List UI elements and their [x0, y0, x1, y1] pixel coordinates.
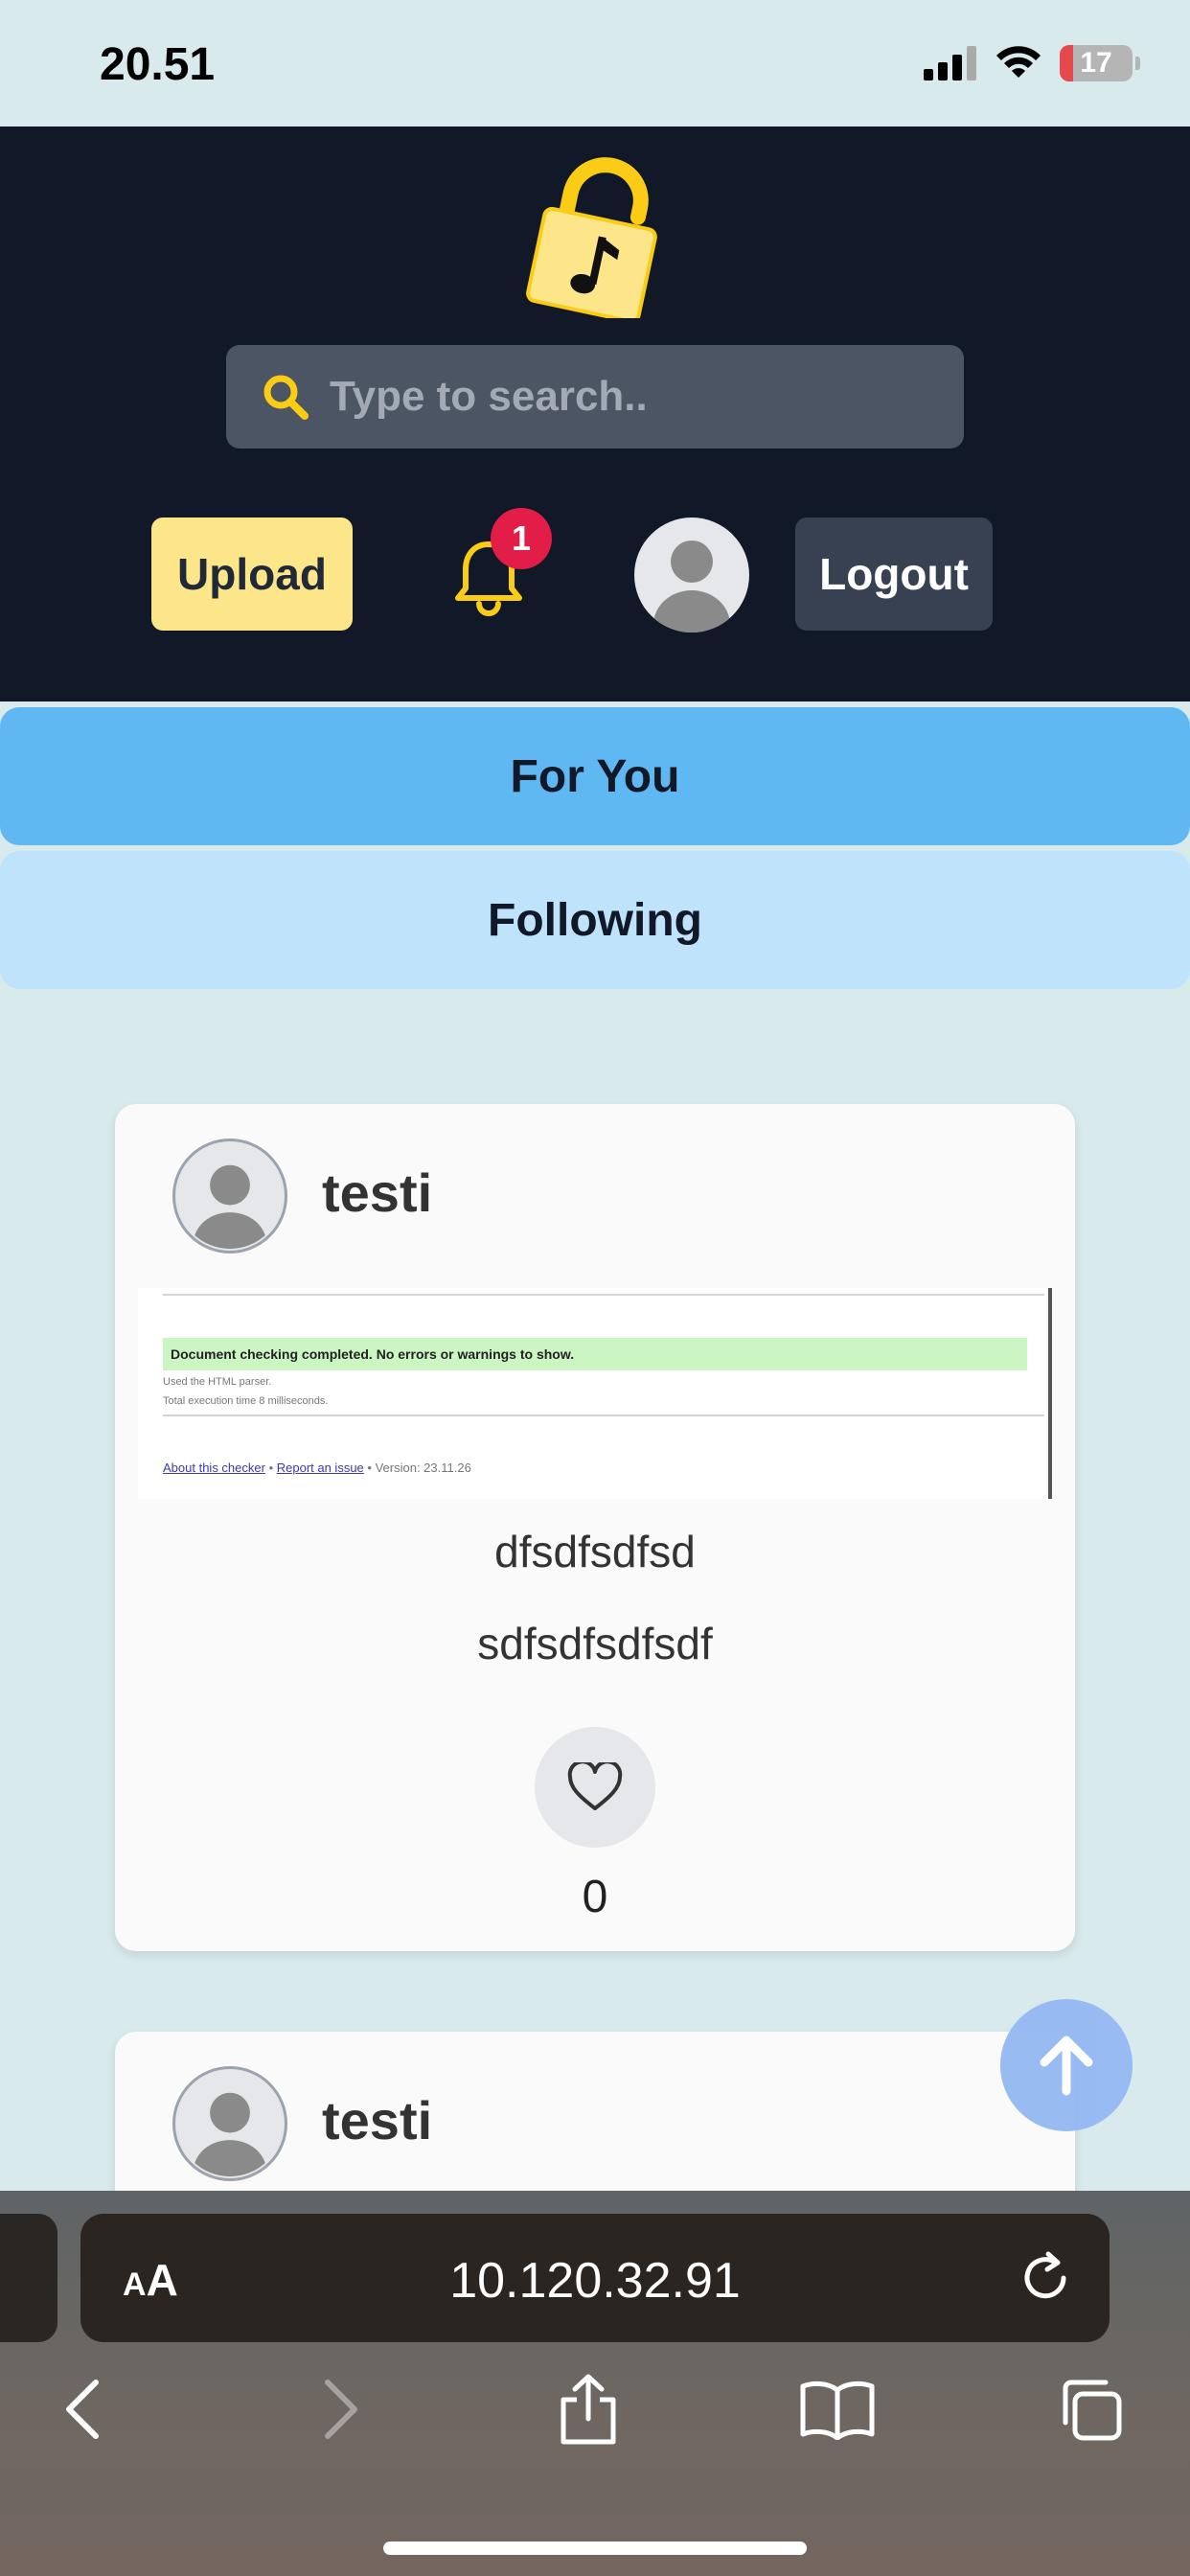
book-icon: [800, 2380, 875, 2440]
cellular-signal-icon: [924, 46, 976, 80]
search-input[interactable]: [330, 345, 964, 448]
image-footer-link: Report an issue: [276, 1460, 364, 1475]
battery-icon: 17: [1060, 45, 1140, 81]
search-bar[interactable]: [226, 345, 964, 448]
share-button[interactable]: [550, 2371, 627, 2448]
bookmarks-button[interactable]: [799, 2371, 876, 2448]
tabs-button[interactable]: [1052, 2371, 1129, 2448]
url-text[interactable]: 10.120.32.91: [80, 2252, 1110, 2310]
image-text-line: Total execution time 8 milliseconds.: [163, 1395, 329, 1407]
post-author-avatar[interactable]: [172, 1138, 287, 1254]
post-image[interactable]: Document checking completed. No errors o…: [138, 1288, 1052, 1499]
post-title: dfsdfsdfsd: [494, 1527, 696, 1576]
chevron-right-icon: [325, 2380, 357, 2439]
upload-button[interactable]: Upload: [151, 518, 353, 631]
reload-icon[interactable]: [1016, 2248, 1075, 2308]
address-bar[interactable]: AA 10.120.32.91: [80, 2214, 1110, 2342]
music-lock-logo-icon[interactable]: [525, 153, 665, 318]
notification-badge: 1: [491, 508, 552, 569]
scroll-to-top-button[interactable]: [1000, 1999, 1133, 2131]
image-footer-version: • Version: 23.11.26: [367, 1460, 471, 1475]
tab-for-you[interactable]: For You: [0, 707, 1190, 845]
browser-toolbar: AA 10.120.32.91: [0, 2191, 1190, 2576]
image-scrollbar: [1048, 1288, 1052, 1499]
status-bar: 20.51 17: [0, 0, 1190, 126]
image-text-line: Used the HTML parser.: [163, 1376, 272, 1388]
back-button[interactable]: [44, 2371, 121, 2448]
forward-button[interactable]: [303, 2371, 379, 2448]
divider: [163, 1294, 1044, 1296]
tab-following[interactable]: Following: [0, 851, 1190, 989]
chevron-left-icon: [66, 2380, 99, 2439]
home-indicator: [383, 2542, 807, 2555]
post-card: testi Document checking completed. No er…: [115, 1104, 1075, 1951]
status-time: 20.51: [100, 39, 216, 90]
battery-level: 17: [1080, 47, 1112, 79]
user-avatar[interactable]: [634, 518, 749, 632]
share-icon: [561, 2374, 616, 2445]
wifi-icon: [996, 46, 1041, 78]
image-footer-link: About this checker: [163, 1460, 265, 1475]
status-icons: 17: [924, 42, 1140, 84]
image-footer: About this checker • Report an issue • V…: [163, 1460, 471, 1475]
tabs-icon: [1063, 2380, 1122, 2441]
logout-button[interactable]: Logout: [795, 518, 993, 631]
app-header: Upload 1 Logout: [0, 126, 1190, 702]
arrow-up-icon: [1040, 2036, 1093, 2096]
post-description: sdfsdfsdfsdf: [477, 1619, 713, 1668]
post-author-name[interactable]: testi: [322, 2089, 432, 2151]
divider: [163, 1414, 1044, 1416]
like-button[interactable]: [535, 1727, 655, 1848]
previous-tab-peek[interactable]: [0, 2214, 57, 2342]
post-author-name[interactable]: testi: [322, 1162, 432, 1224]
post-author-avatar[interactable]: [172, 2066, 287, 2181]
search-icon: [263, 375, 309, 420]
like-count: 0: [582, 1872, 608, 1922]
heart-icon: [567, 1762, 623, 1810]
image-success-message: Document checking completed. No errors o…: [163, 1338, 1027, 1370]
